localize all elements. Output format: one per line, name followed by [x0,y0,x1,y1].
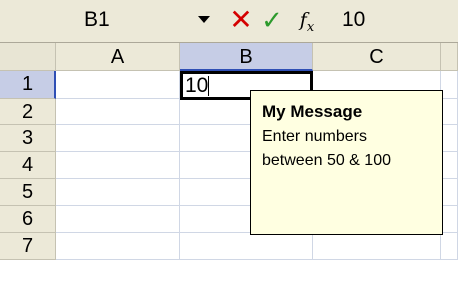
row-header-3[interactable]: 3 [0,125,56,152]
row-header-4[interactable]: 4 [0,152,56,179]
input-message-body: Enter numbers between 50 & 100 [262,128,391,169]
cell-d4[interactable] [441,152,458,179]
column-header-c[interactable]: C [313,43,441,71]
cell-d1[interactable] [441,71,458,99]
column-header-d[interactable] [441,43,458,71]
select-all-corner[interactable] [0,43,56,71]
column-header-a[interactable]: A [56,43,180,71]
cell-a4[interactable] [56,152,180,179]
cell-d3[interactable] [441,125,458,152]
cell-a1[interactable] [56,71,180,99]
cell-d7[interactable] [441,233,458,260]
cell-a5[interactable] [56,179,180,206]
row-header-1[interactable]: 1 [0,71,56,99]
cell-a6[interactable] [56,206,180,233]
cell-d5[interactable] [441,179,458,206]
formula-input[interactable]: 10 [342,3,458,37]
row-header-2[interactable]: 2 [0,99,56,125]
cell-d6[interactable] [441,206,458,233]
cell-a3[interactable] [56,125,180,152]
enter-check-icon[interactable]: ✓ [259,3,285,37]
cell-a2[interactable] [56,99,180,125]
input-message-tooltip: My Message Enter numbers between 50 & 10… [250,90,443,235]
row-header-6[interactable]: 6 [0,206,56,233]
cell-b7[interactable] [180,233,313,260]
row-header-5[interactable]: 5 [0,179,56,206]
active-cell-value: 10 [185,74,209,97]
cancel-icon[interactable]: ✕ [227,3,255,37]
row-header-7[interactable]: 7 [0,233,56,260]
formula-bar: B1 ✕ ✓ fx 10 [0,0,458,43]
cell-c7[interactable] [313,233,441,260]
cell-d2[interactable] [441,99,458,125]
column-header-b[interactable]: B [180,43,313,71]
name-box-dropdown-icon[interactable] [193,3,215,37]
insert-function-icon[interactable]: fx [293,3,321,37]
formula-bar-buttons: ✕ ✓ fx [185,3,337,37]
text-caret [208,76,210,97]
name-box[interactable]: B1 [0,3,180,37]
input-message-title: My Message [262,102,363,121]
cell-a7[interactable] [56,233,180,260]
